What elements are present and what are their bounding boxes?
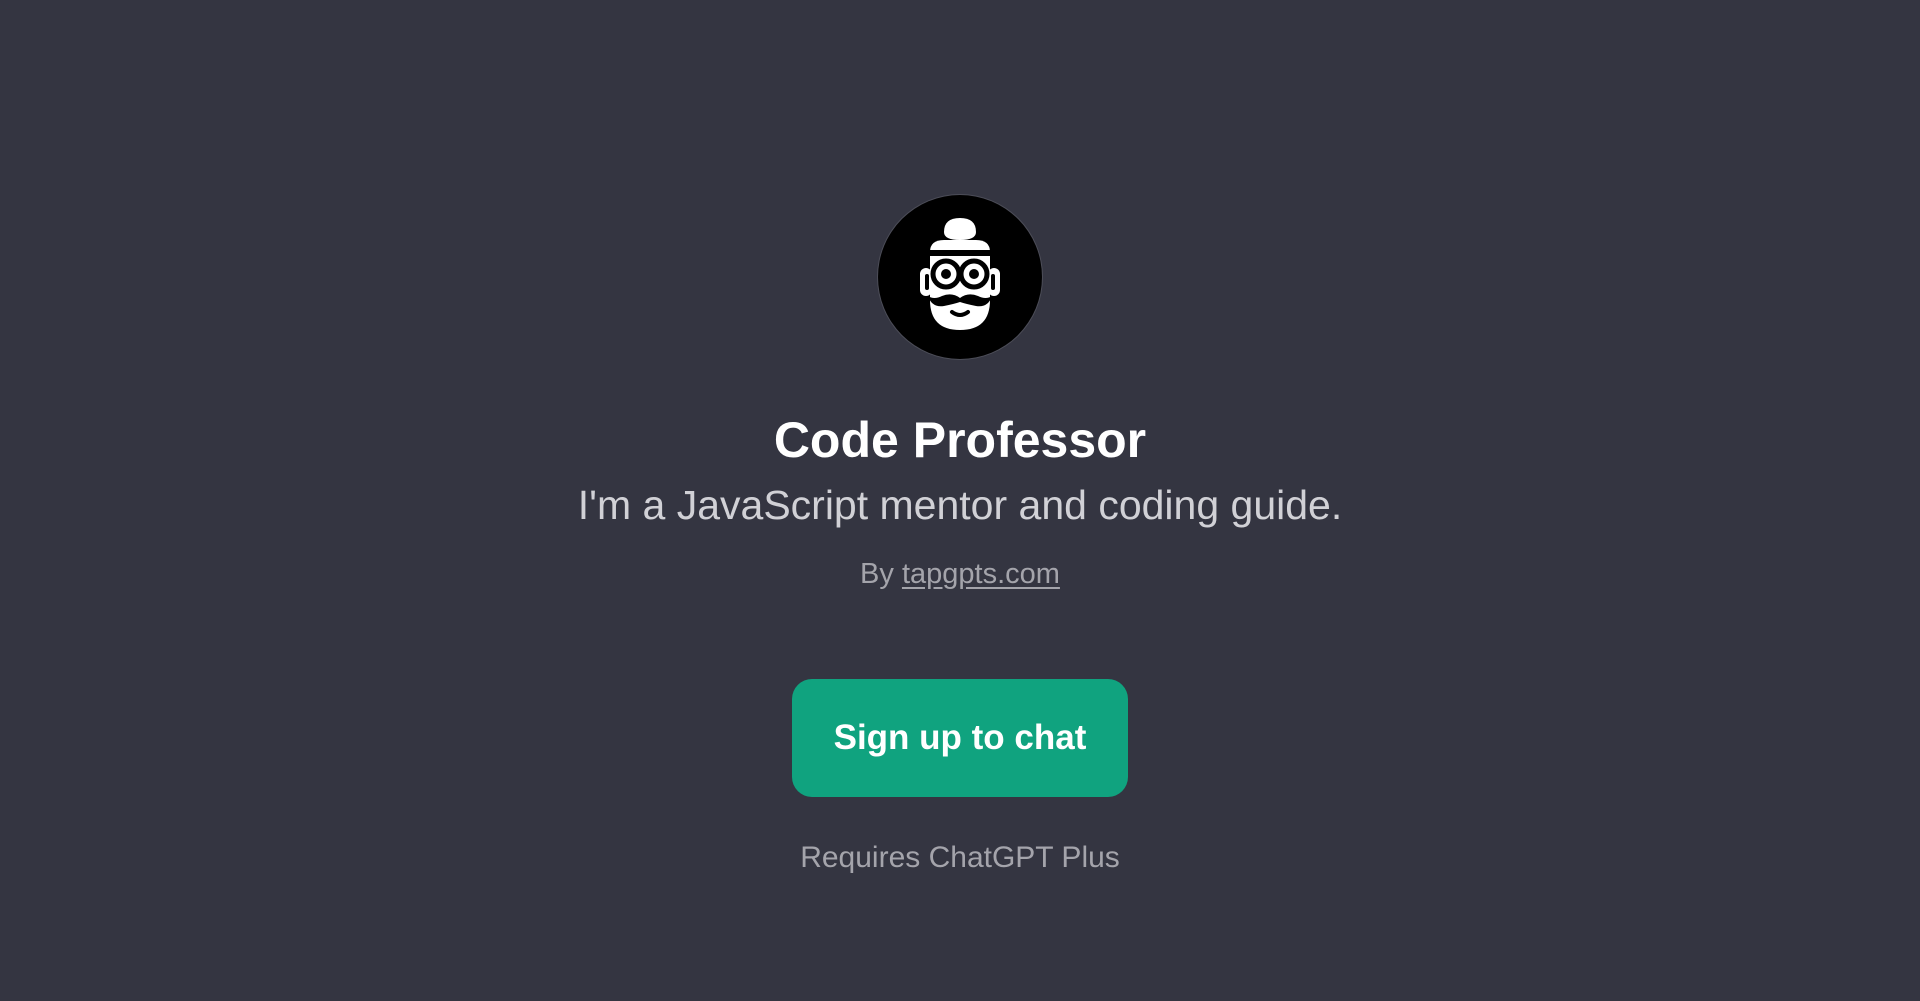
byline-prefix: By — [860, 558, 894, 590]
requirement-note: Requires ChatGPT Plus — [800, 841, 1120, 874]
byline: By tapgpts.com — [0, 556, 1920, 592]
sign-up-to-chat-button[interactable]: Sign up to chat — [792, 679, 1128, 797]
gpt-landing-page: Code Professor I'm a JavaScript mentor a… — [0, 0, 1920, 1001]
author-link[interactable]: tapgpts.com — [902, 558, 1060, 590]
gpt-description: I'm a JavaScript mentor and coding guide… — [577, 482, 1343, 528]
gpt-name: Code Professor — [773, 412, 1147, 468]
professor-face-icon — [920, 218, 1000, 330]
gpt-avatar — [878, 195, 1042, 359]
